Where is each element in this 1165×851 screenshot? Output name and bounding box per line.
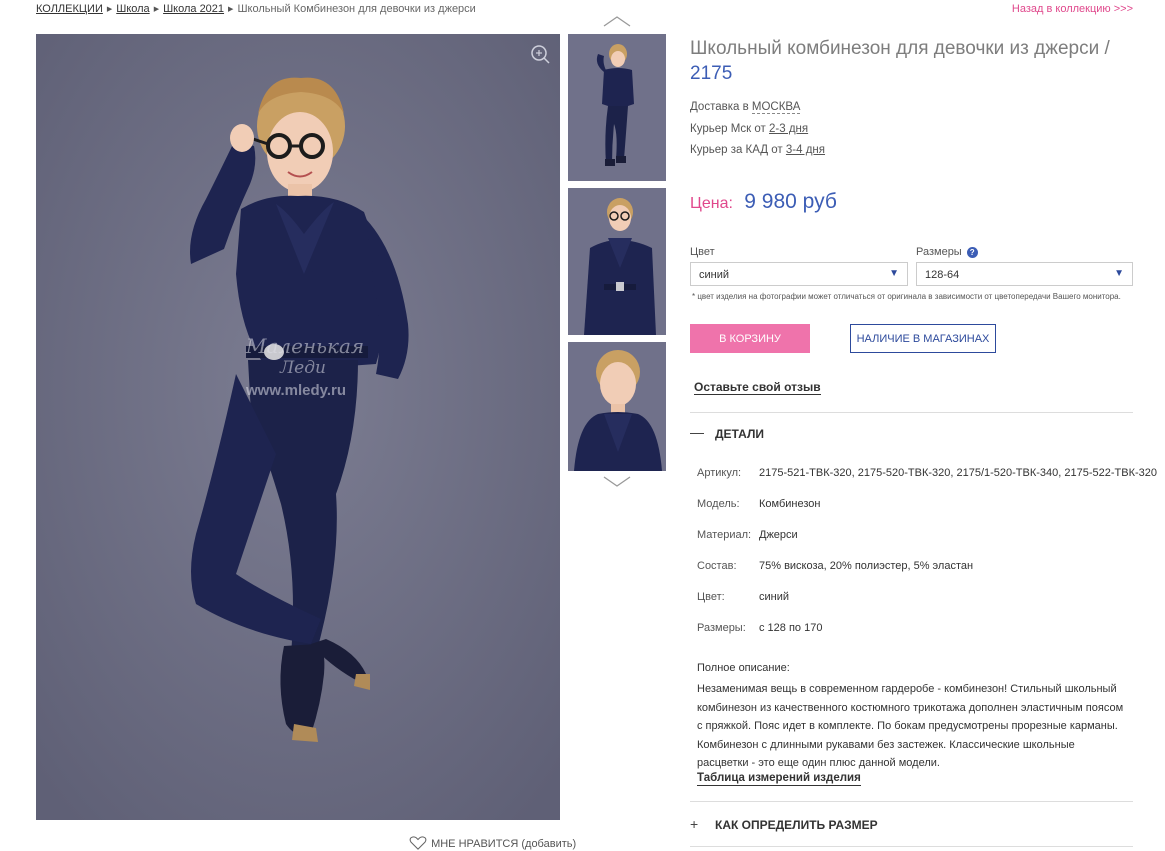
product-photo-illustration bbox=[36, 34, 560, 820]
spec-value: 2175-521-ТВК-320, 2175-520-ТВК-320, 2175… bbox=[759, 467, 1158, 479]
breadcrumb-separator-icon: ▶ bbox=[106, 6, 113, 13]
add-to-cart-button[interactable]: В КОРЗИНУ bbox=[690, 324, 810, 353]
collapse-icon bbox=[690, 433, 704, 434]
size-select[interactable]: 128-64 ▼ bbox=[916, 262, 1133, 286]
watermark: Маленькая Леди www.mledy.ru bbox=[246, 334, 364, 399]
dropdown-arrow-icon: ▼ bbox=[1114, 268, 1124, 279]
delivery-city-row: Доставка в МОСКВА bbox=[690, 97, 825, 119]
price-value: 9 980 руб bbox=[744, 190, 837, 213]
spec-value: с 128 по 170 bbox=[759, 622, 823, 634]
spec-value: Джерси bbox=[759, 529, 798, 541]
color-select[interactable]: синий ▼ bbox=[690, 262, 908, 286]
thumbnails-down-arrow-icon[interactable] bbox=[603, 476, 631, 488]
size-guide-section-toggle[interactable]: + КАК ОПРЕДЕЛИТЬ РАЗМЕР bbox=[690, 816, 878, 832]
spec-value: 75% вискоза, 20% полиэстер, 5% эластан bbox=[759, 560, 974, 572]
spec-row-color: Цвет: синий bbox=[697, 591, 789, 603]
watermark-url: www.mledy.ru bbox=[246, 382, 347, 399]
size-guide-heading: КАК ОПРЕДЕЛИТЬ РАЗМЕР bbox=[715, 818, 878, 832]
courier-kad-row: Курьер за КАД от 3-4 дня bbox=[690, 140, 825, 162]
thumbnail-2-image bbox=[568, 188, 666, 335]
back-to-collection-link[interactable]: Назад в коллекцию >>> bbox=[1012, 3, 1133, 15]
thumbnail-1-image bbox=[568, 34, 666, 181]
store-availability-button[interactable]: НАЛИЧИЕ В МАГАЗИНАХ bbox=[850, 324, 996, 353]
spec-row-composition: Состав: 75% вискоза, 20% полиэстер, 5% эл… bbox=[697, 560, 973, 572]
breadcrumb-item-school-2021[interactable]: Школа 2021 bbox=[163, 3, 224, 15]
courier-kad-days[interactable]: 3-4 дня bbox=[786, 144, 825, 156]
spec-row-model: Модель: Комбинезон bbox=[697, 498, 820, 510]
spec-value: Комбинезон bbox=[759, 498, 821, 510]
price-block: Цена: 9 980 руб bbox=[690, 190, 837, 214]
delivery-city-label: Доставка в bbox=[690, 101, 749, 113]
spec-row-article: Артикул: 2175-521-ТВК-320, 2175-520-ТВК-3… bbox=[697, 467, 1157, 479]
thumbnail-1[interactable] bbox=[568, 34, 666, 181]
divider bbox=[690, 801, 1133, 802]
spec-value: синий bbox=[759, 591, 790, 603]
courier-msk-label: Курьер Мск от bbox=[690, 122, 766, 135]
size-label-wrap: Размеры? bbox=[916, 246, 978, 258]
leave-review-link[interactable]: Оставьте свой отзыв bbox=[694, 380, 821, 395]
like-control[interactable]: МНЕ НРАВИТСЯ (добавить) bbox=[408, 836, 576, 850]
breadcrumb-separator-icon: ▶ bbox=[228, 6, 234, 13]
thumbnail-3[interactable] bbox=[568, 342, 666, 471]
color-label: Цвет bbox=[690, 246, 715, 258]
breadcrumb: КОЛЛЕКЦИИ ▶ Школа ▶ Школа 2021 ▶ Школьный Комб… bbox=[36, 3, 476, 15]
courier-kad-label: Курьер за КАД от bbox=[690, 144, 783, 156]
delivery-city-link[interactable]: МОСКВА bbox=[751, 101, 801, 114]
help-icon[interactable]: ? bbox=[966, 247, 978, 258]
details-heading: ДЕТАЛИ bbox=[715, 427, 764, 441]
product-title: Школьный комбинезон для девочки из джерс… bbox=[690, 36, 1110, 86]
thumbnail-2[interactable] bbox=[568, 188, 666, 335]
like-label[interactable]: МНЕ НРАВИТСЯ bbox=[431, 838, 518, 850]
thumbnails-up-arrow-icon[interactable] bbox=[603, 15, 631, 27]
description-text: Незаменимая вещь в современном гардеробе… bbox=[697, 683, 1124, 769]
color-select-value: синий bbox=[699, 269, 730, 281]
breadcrumb-item-collections[interactable]: КОЛЛЕКЦИИ bbox=[36, 3, 103, 15]
product-title-text: Школьный комбинезон для девочки из джерс… bbox=[690, 38, 1110, 59]
spec-key: Артикул: bbox=[697, 467, 742, 479]
size-label: Размеры bbox=[916, 246, 962, 258]
delivery-info: Доставка в МОСКВА Курьер Мск от 2-3 дня … bbox=[690, 97, 825, 162]
details-section-toggle[interactable]: ДЕТАЛИ bbox=[690, 427, 764, 441]
zoom-icon[interactable] bbox=[530, 44, 550, 64]
breadcrumb-current: Школьный Комбинезон для девочки из джерс… bbox=[237, 3, 476, 15]
courier-msk-days[interactable]: 2-3 дня bbox=[769, 123, 808, 135]
color-disclaimer: * цвет изделия на фотографии может отлич… bbox=[692, 292, 1121, 301]
divider bbox=[690, 412, 1133, 413]
thumbnail-3-image bbox=[568, 342, 666, 471]
watermark-line2: Леди bbox=[280, 358, 326, 378]
like-action[interactable]: (добавить) bbox=[521, 838, 576, 850]
breadcrumb-item-school[interactable]: Школа bbox=[116, 3, 149, 15]
description-label: Полное описание: bbox=[697, 662, 790, 674]
spec-row-sizes: Размеры: с 128 по 170 bbox=[697, 622, 822, 634]
spec-key: Модель: bbox=[697, 498, 740, 510]
spec-key: Материал: bbox=[697, 529, 752, 541]
spec-key: Цвет: bbox=[697, 591, 725, 603]
heart-icon[interactable] bbox=[408, 836, 428, 850]
size-select-value: 128-64 bbox=[925, 269, 960, 281]
size-table-link[interactable]: Таблица измерений изделия bbox=[697, 771, 861, 786]
main-product-photo[interactable]: Маленькая Леди www.mledy.ru bbox=[36, 34, 560, 820]
spec-row-material: Материал: Джерси bbox=[697, 529, 798, 541]
breadcrumb-separator-icon: ▶ bbox=[153, 6, 160, 13]
dropdown-arrow-icon: ▼ bbox=[889, 268, 899, 279]
watermark-line1: Маленькая bbox=[246, 334, 365, 358]
price-label: Цена: bbox=[690, 195, 733, 212]
spec-key: Состав: bbox=[697, 560, 737, 572]
spec-key: Размеры: bbox=[697, 622, 746, 634]
courier-msk-row: Курьер Мск от 2-3 дня bbox=[690, 119, 825, 141]
product-code: 2175 bbox=[690, 63, 733, 84]
expand-icon: + bbox=[690, 816, 699, 832]
divider bbox=[690, 846, 1133, 847]
